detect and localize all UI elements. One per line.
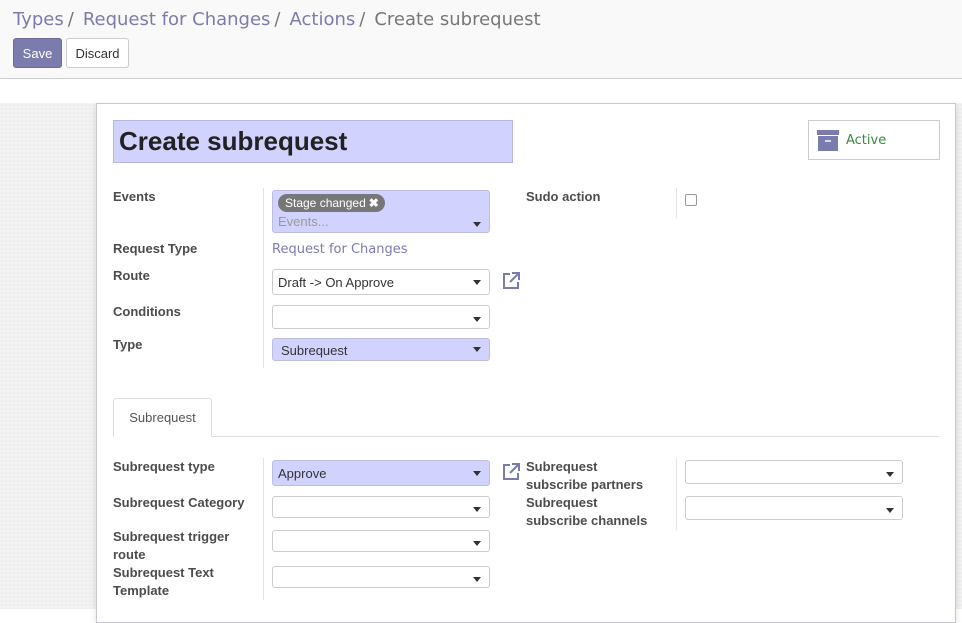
sudo-action-checkbox[interactable] [685, 194, 697, 206]
caret-down-icon[interactable] [886, 508, 894, 513]
label-line: Template [113, 583, 170, 598]
label-line: route [113, 547, 146, 562]
caret-down-icon[interactable] [473, 507, 481, 512]
group-divider [676, 458, 677, 530]
active-status-label: Active [846, 133, 887, 148]
control-panel: Types / Request for Changes / Actions / Create… [0, 0, 962, 79]
name-input[interactable]: Create subrequest [113, 120, 513, 163]
events-label: Events [113, 189, 156, 204]
group-divider [263, 458, 264, 600]
caret-down-icon[interactable] [473, 317, 481, 322]
label-line: Subrequest Text [113, 565, 214, 580]
caret-down-icon[interactable] [473, 222, 481, 227]
sudo-action-label: Sudo action [526, 189, 601, 204]
subrequest-type-value: Approve [278, 466, 327, 481]
external-link-icon[interactable] [501, 271, 521, 291]
caret-down-icon[interactable] [473, 347, 481, 352]
caret-down-icon[interactable] [473, 541, 481, 546]
label-line: subscribe partners [526, 477, 644, 492]
breadcrumb-separator: / [67, 9, 74, 30]
events-field[interactable]: Stage changed ✖ Events... [272, 190, 490, 233]
tab-bar [113, 436, 939, 437]
label-line: Subrequest [526, 495, 598, 510]
subrequest-type-select[interactable]: Approve [272, 460, 490, 486]
tag-remove-icon[interactable]: ✖ [369, 196, 379, 210]
discard-button[interactable]: Discard [66, 38, 129, 68]
active-toggle-button[interactable]: Active [808, 120, 940, 160]
archive-box-icon [817, 130, 839, 151]
label-line: Subrequest [526, 459, 598, 474]
group-divider [676, 188, 677, 218]
breadcrumb-separator: / [274, 9, 281, 30]
event-tag-label: Stage changed [285, 196, 366, 210]
subrequest-category-select[interactable] [272, 496, 490, 518]
event-tag: Stage changed ✖ [278, 194, 385, 212]
route-value: Draft -> On Approve [278, 275, 394, 290]
caret-down-icon[interactable] [473, 471, 481, 476]
save-button[interactable]: Save [13, 38, 62, 68]
caret-down-icon[interactable] [473, 577, 481, 582]
subrequest-text-template-label: Subrequest Text Template [113, 564, 214, 600]
events-input[interactable]: Events... [278, 214, 329, 229]
breadcrumb-item-actions[interactable]: Actions [290, 9, 356, 30]
group-divider [263, 188, 264, 368]
subrequest-trigger-route-select[interactable] [272, 530, 490, 552]
subscribe-partners-label: Subrequest subscribe partners [526, 458, 643, 494]
route-label: Route [113, 268, 150, 283]
subscribe-partners-select[interactable] [685, 460, 903, 484]
type-select[interactable]: Subrequest [272, 338, 490, 361]
subrequest-text-template-select[interactable] [272, 566, 490, 588]
external-link-icon[interactable] [501, 462, 521, 482]
subrequest-category-label: Subrequest Category [113, 495, 245, 510]
subrequest-type-label: Subrequest type [113, 459, 215, 474]
tab-subrequest[interactable]: Subrequest [113, 398, 212, 437]
caret-down-icon[interactable] [886, 472, 894, 477]
breadcrumb: Types / Request for Changes / Actions / Create… [13, 9, 541, 30]
request-type-link[interactable]: Request for Changes [272, 242, 408, 257]
type-label: Type [113, 337, 143, 352]
subscribe-channels-label: Subrequest subscribe channels [526, 494, 647, 530]
label-line: subscribe channels [526, 513, 648, 528]
label-line: Subrequest trigger [113, 529, 230, 544]
caret-down-icon[interactable] [473, 280, 481, 285]
request-type-label: Request Type [113, 241, 198, 256]
conditions-select[interactable] [272, 305, 490, 329]
route-select[interactable]: Draft -> On Approve [272, 269, 490, 295]
subscribe-channels-select[interactable] [685, 496, 903, 520]
type-value: Subrequest [281, 343, 348, 358]
conditions-label: Conditions [113, 304, 181, 319]
subrequest-trigger-route-label: Subrequest trigger route [113, 528, 229, 564]
breadcrumb-item-types[interactable]: Types [13, 9, 64, 30]
breadcrumb-item-request-for-changes[interactable]: Request for Changes [83, 9, 271, 30]
breadcrumb-current: Create subrequest [374, 9, 541, 30]
breadcrumb-separator: / [359, 9, 366, 30]
